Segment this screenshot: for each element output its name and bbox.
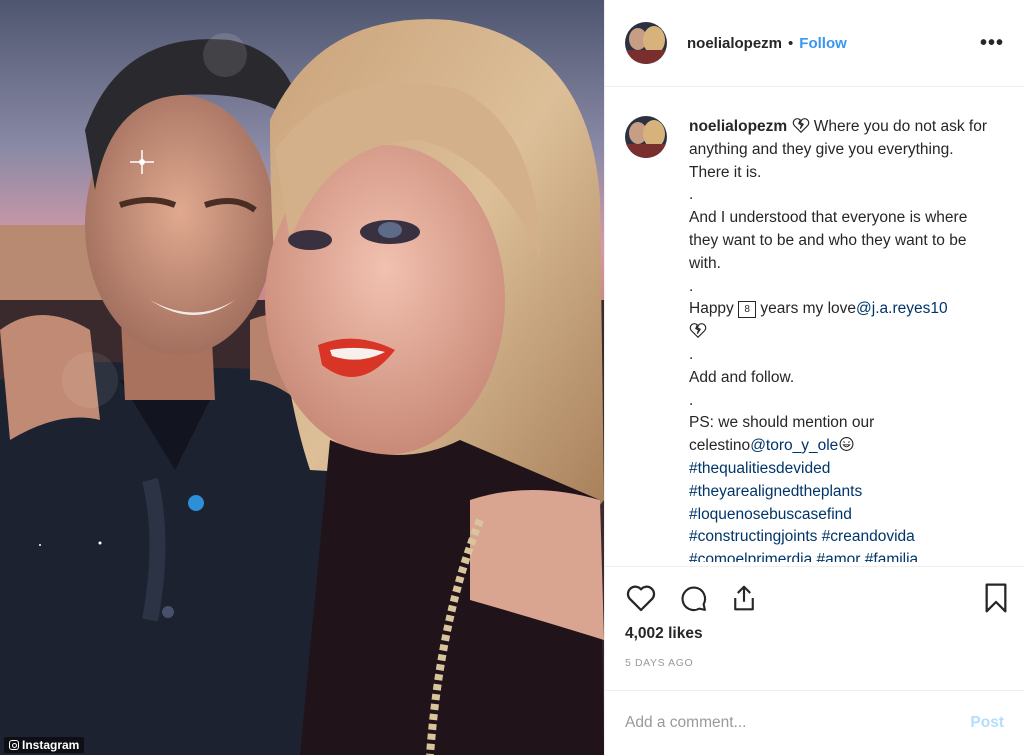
likes-count[interactable]: 4,002 likes (625, 625, 703, 643)
watermark-text: Instagram (22, 738, 80, 752)
mention-link-1[interactable]: @j.a.reyes10 (856, 300, 948, 317)
hashtag-link[interactable]: #constructingjoints (689, 528, 817, 545)
post-timestamp[interactable]: 5 DAYS AGO (625, 657, 693, 669)
post-header: noelialopezm • Follow ••• (605, 0, 1024, 87)
avatar[interactable] (625, 22, 667, 64)
hashtag-link[interactable]: #loquenosebuscasefind (689, 506, 852, 523)
caption-happy-post: years my love (756, 300, 857, 318)
caption-line-3: Add and follow. (689, 368, 795, 386)
hashtag-link[interactable]: #thequalitiesdevided (689, 460, 830, 477)
instagram-camera-icon (9, 740, 19, 750)
post-comment-button[interactable]: Post (970, 714, 1004, 732)
caption-happy-pre: Happy (689, 300, 739, 318)
caption-dot-2: . (689, 277, 694, 295)
hashtag-link[interactable]: #familia (865, 551, 918, 562)
caption-line-2: And I understood that everyone is where … (689, 209, 968, 272)
more-options-icon[interactable]: ••• (980, 32, 1004, 55)
caption-text: noelialopezm Where you do not ask for an… (689, 116, 989, 562)
post-photo[interactable]: Instagram (0, 0, 604, 755)
photo-image (0, 0, 604, 755)
follow-button[interactable]: Follow (799, 35, 847, 52)
caption-dot-4: . (689, 391, 694, 409)
separator-dot: • (788, 34, 794, 52)
caption-dot-3: . (689, 345, 694, 363)
caption-username[interactable]: noelialopezm (689, 118, 787, 135)
post-side-panel: noelialopezm • Follow ••• noelialopezm W… (604, 0, 1024, 755)
caption: noelialopezm Where you do not ask for an… (625, 116, 1010, 562)
comment-bar: Add a comment... Post (605, 690, 1024, 755)
instagram-watermark: Instagram (4, 737, 85, 753)
share-icon[interactable] (729, 583, 759, 613)
heart-icon[interactable] (625, 583, 657, 613)
mention-link-2[interactable]: @toro_y_ole (750, 437, 838, 454)
comment-input[interactable]: Add a comment... (625, 714, 746, 732)
header-username[interactable]: noelialopezm (687, 35, 782, 52)
action-bar (625, 580, 1010, 616)
keycap-eight: 8 (738, 301, 757, 319)
hashtag-link[interactable]: #theyarealignedtheplants (689, 483, 862, 500)
hashtag-link[interactable]: #amor (817, 551, 861, 562)
comment-icon[interactable] (677, 583, 709, 613)
actions-divider (605, 566, 1024, 567)
broken-heart-icon (792, 118, 809, 133)
hashtag-link[interactable]: #creandovida (822, 528, 915, 545)
bookmark-icon[interactable] (982, 582, 1010, 614)
hashtag-link[interactable]: #comoelprimerdia (689, 551, 812, 562)
laughing-emoji-icon (839, 437, 854, 452)
broken-heart-icon-2 (689, 323, 707, 339)
caption-dot-1: . (689, 186, 694, 204)
caption-avatar[interactable] (625, 116, 667, 158)
